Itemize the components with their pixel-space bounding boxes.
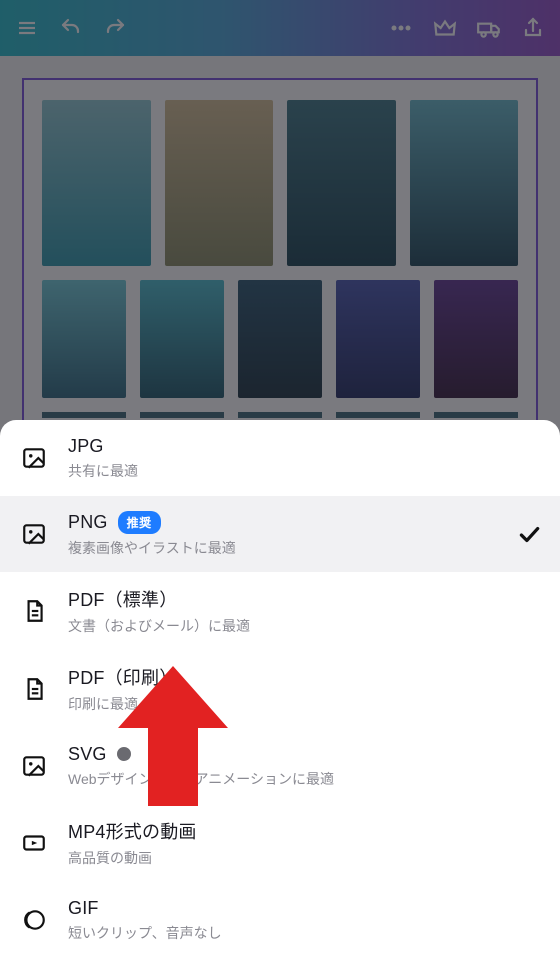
option-subtitle: Webデザインおよびアニメーションに最適 — [68, 769, 542, 789]
option-title: MP4形式の動画 — [68, 818, 197, 844]
option-texts: PDF（印刷） 印刷に最適 — [68, 664, 542, 714]
option-subtitle: 共有に最適 — [68, 461, 542, 481]
export-option-mp4[interactable]: MP4形式の動画高品質の動画 — [0, 804, 560, 882]
option-texts: GIF 短いクリップ、音声なし — [68, 898, 542, 943]
export-option-svg[interactable]: SVG Webデザインおよびアニメーションに最適 — [0, 728, 560, 804]
option-subtitle: 高品質の動画 — [68, 848, 542, 868]
option-subtitle: 文書（およびメール）に最適 — [68, 616, 542, 636]
export-option-jpg[interactable]: JPG 共有に最適 — [0, 420, 560, 496]
file-icon — [18, 595, 50, 627]
option-title: SVG — [68, 744, 107, 765]
export-option-gif[interactable]: GIF 短いクリップ、音声なし — [0, 882, 560, 958]
check-icon — [516, 521, 542, 547]
option-texts: PNG 推奨複素画像やイラストに最適 — [68, 511, 498, 558]
option-texts: MP4形式の動画高品質の動画 — [68, 818, 542, 868]
export-option-png[interactable]: PNG 推奨複素画像やイラストに最適 — [0, 496, 560, 572]
option-title: PNG — [68, 512, 108, 533]
export-option-pdf-print[interactable]: PDF（印刷） 印刷に最適 — [0, 650, 560, 728]
option-title: JPG — [68, 436, 104, 457]
option-title: GIF — [68, 898, 99, 919]
image-icon — [18, 442, 50, 474]
export-option-pdf-std[interactable]: PDF（標準） 文書（およびメール）に最適 — [0, 572, 560, 650]
option-title: PDF（標準） — [68, 586, 177, 612]
recommended-badge: 推奨 — [118, 511, 161, 534]
option-subtitle: 印刷に最適 — [68, 694, 542, 714]
option-texts: SVG Webデザインおよびアニメーションに最適 — [68, 744, 542, 789]
video-icon — [18, 827, 50, 859]
option-subtitle: 複素画像やイラストに最適 — [68, 538, 498, 558]
image-icon — [18, 750, 50, 782]
option-texts: PDF（標準） 文書（およびメール）に最適 — [68, 586, 542, 636]
premium-dot-icon — [117, 747, 131, 761]
option-title: PDF（印刷） — [68, 664, 177, 690]
export-format-sheet: JPG 共有に最適 PNG 推奨複素画像やイラストに最適 PDF（標準） 文書（およびメー… — [0, 420, 560, 965]
option-texts: JPG 共有に最適 — [68, 436, 542, 481]
image-icon — [18, 518, 50, 550]
file-icon — [18, 673, 50, 705]
option-subtitle: 短いクリップ、音声なし — [68, 923, 542, 943]
eclipse-icon — [18, 904, 50, 936]
